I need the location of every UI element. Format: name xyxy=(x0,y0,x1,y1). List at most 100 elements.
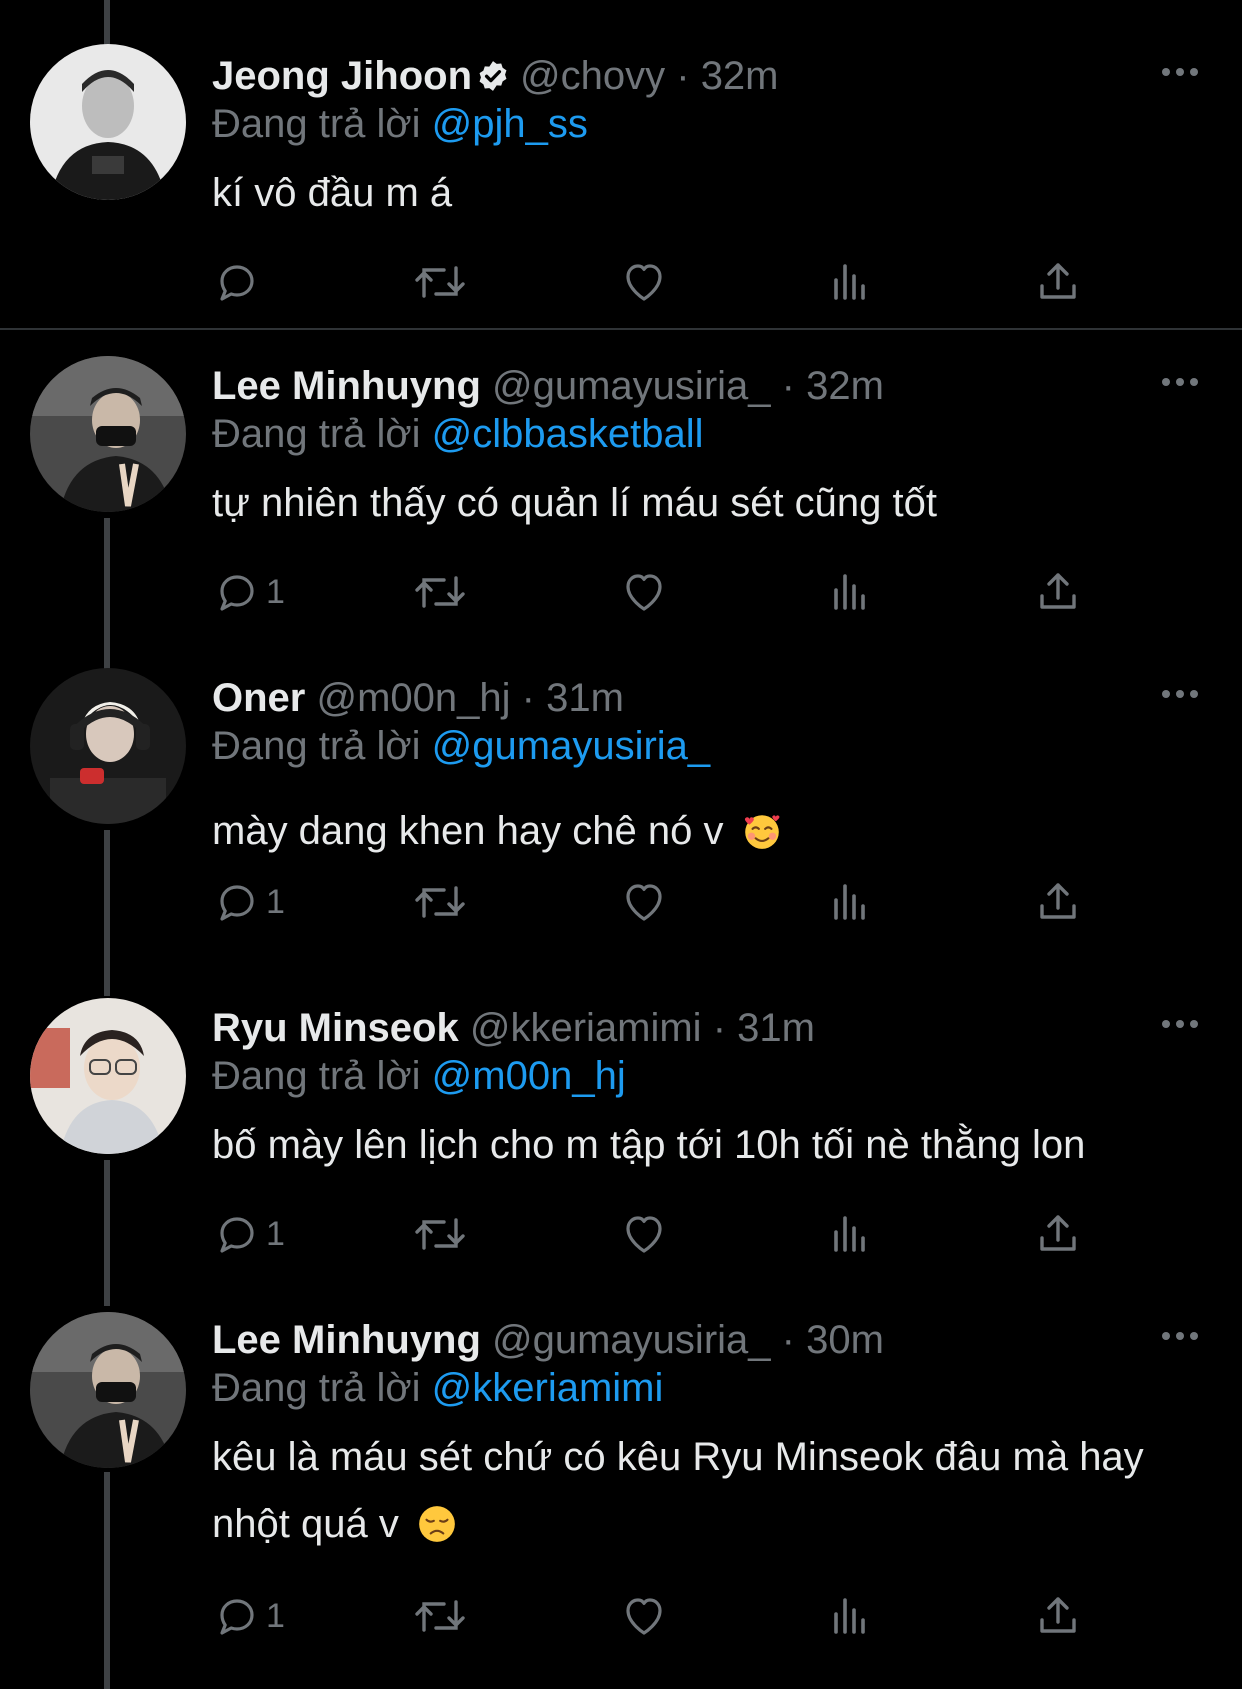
heart-icon xyxy=(626,1598,662,1635)
timestamp[interactable]: 31m xyxy=(546,676,624,720)
reply-button[interactable]: 1 xyxy=(212,1206,285,1262)
smiling-face-with-hearts-emoji xyxy=(744,815,780,849)
mention-link[interactable]: @kkeriamimi xyxy=(432,1366,664,1410)
timestamp[interactable]: 32m xyxy=(701,54,779,98)
reply-icon xyxy=(220,575,254,611)
display-name[interactable]: Lee Minhuyng xyxy=(212,1318,481,1362)
reply-icon xyxy=(220,1217,254,1253)
views-button[interactable] xyxy=(826,874,874,930)
reply-button[interactable] xyxy=(212,254,266,310)
more-options-icon[interactable] xyxy=(1160,1014,1200,1034)
timestamp[interactable]: 30m xyxy=(806,1318,884,1362)
avatar[interactable] xyxy=(30,998,186,1154)
separator-dot: · xyxy=(521,676,535,720)
retweet-icon xyxy=(415,266,465,298)
user-handle[interactable]: @kkeriamimi xyxy=(470,1006,702,1050)
reply-count: 1 xyxy=(266,1596,285,1635)
retweet-button[interactable] xyxy=(412,564,468,620)
tweet-actions: 1 xyxy=(212,1588,1112,1644)
retweet-button[interactable] xyxy=(412,874,468,930)
tweet-text-content: kêu là máu sét chứ có kêu Ryu Minseok đâ… xyxy=(212,1435,1144,1546)
reply-icon xyxy=(220,265,254,301)
retweet-icon xyxy=(415,1218,465,1250)
more-options-icon[interactable] xyxy=(1160,1326,1200,1346)
tweet[interactable]: Ryu Minseok @kkeriamimi · 31m Đang trả l… xyxy=(0,972,1242,1284)
user-handle[interactable]: @m00n_hj xyxy=(316,676,510,720)
like-button[interactable] xyxy=(620,1588,668,1644)
mention-link[interactable]: @clbbasketball xyxy=(432,412,704,456)
like-button[interactable] xyxy=(620,1206,668,1262)
reply-button[interactable]: 1 xyxy=(212,564,285,620)
separator-dot: · xyxy=(712,1006,727,1050)
timestamp[interactable]: 31m xyxy=(737,1006,815,1050)
tweet[interactable]: Jeong Jihoon @chovy · 32m Đang trả lời @p… xyxy=(0,0,1242,330)
mention-link[interactable]: @gumayusiria_ xyxy=(432,724,711,768)
avatar[interactable] xyxy=(30,668,186,824)
views-icon xyxy=(834,574,865,610)
tweet-text: tự nhiên thấy có quản lí máu sét cũng tố… xyxy=(212,470,1212,537)
like-button[interactable] xyxy=(620,564,668,620)
share-button[interactable] xyxy=(1034,1588,1082,1644)
user-handle[interactable]: @gumayusiria_ xyxy=(492,364,771,408)
heart-icon xyxy=(626,574,662,611)
share-button[interactable] xyxy=(1034,874,1082,930)
tweet[interactable]: Lee Minhuyng @gumayusiria_ · 30m Đang tr… xyxy=(0,1284,1242,1689)
reply-button[interactable]: 1 xyxy=(212,874,285,930)
display-name[interactable]: Lee Minhuyng xyxy=(212,364,481,408)
tweet-actions xyxy=(212,254,1112,310)
replying-to: Đang trả lời @pjh_ss xyxy=(212,96,588,152)
avatar-image xyxy=(30,356,186,512)
mention-link[interactable]: @m00n_hj xyxy=(432,1054,626,1098)
more-options-icon[interactable] xyxy=(1160,684,1200,704)
retweet-button[interactable] xyxy=(412,254,468,310)
retweet-button[interactable] xyxy=(412,1588,468,1644)
tweet-actions: 1 xyxy=(212,874,1112,930)
reply-icon xyxy=(220,1599,254,1635)
replying-to: Đang trả lời @clbbasketball xyxy=(212,406,704,462)
tweet-actions: 1 xyxy=(212,1206,1112,1262)
like-button[interactable] xyxy=(620,874,668,930)
share-button[interactable] xyxy=(1034,254,1082,310)
replying-to-label: Đang trả lời xyxy=(212,724,421,768)
more-options-icon[interactable] xyxy=(1160,372,1200,392)
avatar[interactable] xyxy=(30,44,186,200)
views-button[interactable] xyxy=(826,254,874,310)
user-handle[interactable]: @gumayusiria_ xyxy=(492,1318,771,1362)
more-options-icon[interactable] xyxy=(1160,62,1200,82)
views-button[interactable] xyxy=(826,564,874,620)
timestamp[interactable]: 32m xyxy=(806,364,884,408)
avatar[interactable] xyxy=(30,356,186,512)
views-button[interactable] xyxy=(826,1206,874,1262)
disappointed-face-emoji xyxy=(419,1506,455,1542)
mention-link[interactable]: @pjh_ss xyxy=(432,102,588,146)
replying-to: Đang trả lời @m00n_hj xyxy=(212,1048,626,1104)
separator-dot: · xyxy=(781,364,795,408)
reply-count: 1 xyxy=(266,572,285,611)
tweet-text-content: kí vô đầu m á xyxy=(212,171,453,215)
tweet-text: kí vô đầu m á xyxy=(212,160,1212,227)
avatar-image xyxy=(30,1312,186,1468)
avatar[interactable] xyxy=(30,1312,186,1468)
tweet-text: mày dang khen hay chê nó v xyxy=(212,798,1212,865)
display-name[interactable]: Oner xyxy=(212,676,305,720)
views-button[interactable] xyxy=(826,1588,874,1644)
like-button[interactable] xyxy=(620,254,668,310)
replying-to: Đang trả lời @kkeriamimi xyxy=(212,1360,663,1416)
share-button[interactable] xyxy=(1034,1206,1082,1262)
retweet-button[interactable] xyxy=(412,1206,468,1262)
tweet[interactable]: Lee Minhuyng @gumayusiria_ · 32m Đang tr… xyxy=(0,330,1242,642)
reply-button[interactable]: 1 xyxy=(212,1588,285,1644)
share-button[interactable] xyxy=(1034,564,1082,620)
display-name[interactable]: Jeong Jihoon xyxy=(212,54,472,98)
user-handle[interactable]: @chovy xyxy=(520,54,665,98)
retweet-icon xyxy=(415,886,465,918)
tweet[interactable]: Oner @m00n_hj · 31m Đang trả lời @gumayu… xyxy=(0,642,1242,972)
reply-count: 1 xyxy=(266,1214,285,1253)
replying-to-label: Đang trả lời xyxy=(212,1054,421,1098)
display-name[interactable]: Ryu Minseok xyxy=(212,1006,459,1050)
share-icon xyxy=(1040,573,1076,609)
tweet-actions: 1 xyxy=(212,564,1112,620)
separator-dot: · xyxy=(676,54,690,98)
reply-icon xyxy=(220,885,254,921)
reply-count: 1 xyxy=(266,882,285,921)
